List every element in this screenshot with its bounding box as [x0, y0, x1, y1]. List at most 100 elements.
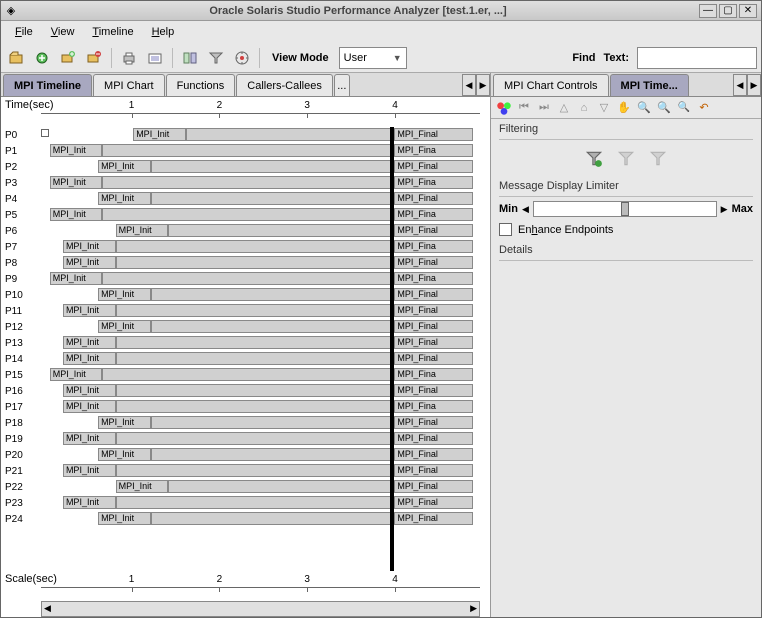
- mpi-init-bar[interactable]: MPI_Init: [50, 368, 103, 381]
- mpi-final-bar[interactable]: MPI_Final: [394, 448, 473, 461]
- slider-right-icon[interactable]: ▶: [721, 204, 728, 215]
- mpi-final-bar[interactable]: MPI_Fina: [394, 176, 473, 189]
- process-track[interactable]: MPI_InitMPI_Fina: [41, 239, 480, 255]
- tab-overflow[interactable]: ...: [334, 74, 350, 96]
- process-track[interactable]: MPI_Init MPI_Fina: [41, 207, 480, 223]
- viewmode-select[interactable]: User: [339, 47, 407, 69]
- mpi-body-bar[interactable]: [116, 400, 393, 413]
- configure-icon[interactable]: [179, 47, 201, 69]
- mpi-body-bar[interactable]: [151, 320, 392, 333]
- mpi-body-bar[interactable]: [116, 384, 393, 397]
- process-track[interactable]: MPI_Init MPI_Final: [41, 479, 480, 495]
- mpi-body-bar[interactable]: [102, 368, 392, 381]
- mpi-body-bar[interactable]: [151, 192, 392, 205]
- tab-mpi-chart-controls[interactable]: MPI Chart Controls: [493, 74, 609, 96]
- down-icon[interactable]: ▽: [595, 99, 613, 117]
- first-icon[interactable]: ⏮: [515, 99, 533, 117]
- settings-icon[interactable]: [231, 47, 253, 69]
- mpi-init-bar[interactable]: MPI_Init: [63, 336, 116, 349]
- mpi-init-bar[interactable]: MPI_Init: [98, 416, 151, 429]
- tab-scroll-right[interactable]: ▶: [476, 74, 490, 96]
- tab-functions[interactable]: Functions: [166, 74, 236, 96]
- mpi-init-bar[interactable]: MPI_Init: [98, 512, 151, 525]
- zoom-in-icon[interactable]: 🔍: [635, 99, 653, 117]
- mpi-body-bar[interactable]: [116, 336, 393, 349]
- mpi-init-bar[interactable]: MPI_Init: [50, 272, 103, 285]
- tab-mpi-timeline[interactable]: MPI Timeline: [3, 74, 92, 96]
- mpi-body-bar[interactable]: [151, 288, 392, 301]
- process-track[interactable]: MPI_Init MPI_Final: [41, 255, 480, 271]
- mpi-init-bar[interactable]: MPI_Init: [50, 208, 103, 221]
- mpi-body-bar[interactable]: [116, 464, 393, 477]
- process-track[interactable]: MPI_Init MPI_Fina: [41, 175, 480, 191]
- mpi-final-bar[interactable]: MPI_Final: [394, 160, 473, 173]
- mpi-init-bar[interactable]: MPI_Init: [63, 496, 116, 509]
- enhance-endpoints-checkbox[interactable]: [499, 223, 512, 236]
- mpi-init-bar[interactable]: MPI_Init: [63, 464, 116, 477]
- mpi-final-bar[interactable]: MPI_Fina: [394, 208, 473, 221]
- mpi-init-bar[interactable]: MPI_Init: [63, 304, 116, 317]
- mpi-final-bar[interactable]: MPI_Final: [394, 352, 473, 365]
- mpi-body-bar[interactable]: [168, 480, 392, 493]
- process-track[interactable]: MPI_Init MPI_Final: [41, 335, 480, 351]
- mpi-init-bar[interactable]: MPI_Init: [116, 224, 169, 237]
- open-experiment-icon[interactable]: [5, 47, 27, 69]
- home-icon[interactable]: ⌂: [575, 99, 593, 117]
- tab-mpi-timeline-controls[interactable]: MPI Time...: [610, 74, 689, 96]
- mpi-final-bar[interactable]: MPI_Final: [394, 304, 473, 317]
- mpi-init-bar[interactable]: MPI_Init: [98, 192, 151, 205]
- zoom-out-icon[interactable]: 🔍: [655, 99, 673, 117]
- mpi-final-bar[interactable]: MPI_Final: [394, 480, 473, 493]
- mpi-final-bar[interactable]: MPI_Final: [394, 128, 473, 141]
- mpi-final-bar[interactable]: MPI_Fina: [394, 400, 473, 413]
- tab-mpi-chart[interactable]: MPI Chart: [93, 74, 165, 96]
- zoom-reset-icon[interactable]: 🔍: [675, 99, 693, 117]
- menu-view[interactable]: View: [43, 23, 83, 41]
- menu-timeline[interactable]: Timeline: [84, 23, 141, 41]
- mpi-init-bar[interactable]: MPI_Init: [50, 144, 103, 157]
- mpi-body-bar[interactable]: [102, 208, 392, 221]
- drop-experiment-icon[interactable]: [83, 47, 105, 69]
- mpi-final-bar[interactable]: MPI_Final: [394, 288, 473, 301]
- process-track[interactable]: MPI_InitMPI_Final: [41, 463, 480, 479]
- mpi-init-bar[interactable]: MPI_Init: [63, 240, 116, 253]
- mpi-init-bar[interactable]: MPI_Init: [133, 128, 186, 141]
- mpi-final-bar[interactable]: MPI_Final: [394, 496, 473, 509]
- minimize-button[interactable]: —: [699, 4, 717, 18]
- mpi-final-bar[interactable]: MPI_Final: [394, 336, 473, 349]
- mpi-final-bar[interactable]: MPI_Fina: [394, 144, 473, 157]
- filter-clear-icon[interactable]: [649, 150, 667, 168]
- mpi-init-bar[interactable]: MPI_Init: [63, 352, 116, 365]
- filter-remove-icon[interactable]: [617, 150, 635, 168]
- add-experiment-icon[interactable]: [57, 47, 79, 69]
- process-track[interactable]: MPI_InitMPI_Fina: [41, 399, 480, 415]
- mpi-final-bar[interactable]: MPI_Final: [394, 384, 473, 397]
- process-track[interactable]: MPI_InitMPI_Final: [41, 159, 480, 175]
- mpi-final-bar[interactable]: MPI_Fina: [394, 368, 473, 381]
- mpi-init-bar[interactable]: MPI_Init: [50, 176, 103, 189]
- mpi-final-bar[interactable]: MPI_Final: [394, 256, 473, 269]
- mpi-body-bar[interactable]: [151, 160, 392, 173]
- msg-limiter-slider[interactable]: [533, 201, 717, 217]
- tab-callers-callees[interactable]: Callers-Callees: [236, 74, 333, 96]
- right-tab-scroll-right[interactable]: ▶: [747, 74, 761, 96]
- filter-add-icon[interactable]: [585, 150, 603, 168]
- mpi-body-bar[interactable]: [102, 272, 392, 285]
- next-icon[interactable]: ⏭: [535, 99, 553, 117]
- mpi-body-bar[interactable]: [116, 256, 393, 269]
- mpi-final-bar[interactable]: MPI_Final: [394, 432, 473, 445]
- process-track[interactable]: MPI_InitMPI_Final: [41, 511, 480, 527]
- undo-icon[interactable]: ↶: [695, 99, 713, 117]
- mpi-init-bar[interactable]: MPI_Init: [63, 256, 116, 269]
- process-track[interactable]: MPI_InitMPI_Final: [41, 431, 480, 447]
- slider-left-icon[interactable]: ◀: [522, 204, 529, 215]
- find-input[interactable]: [637, 47, 757, 69]
- mpi-init-bar[interactable]: MPI_Init: [98, 288, 151, 301]
- mpi-body-bar[interactable]: [116, 240, 393, 253]
- mpi-body-bar[interactable]: [116, 304, 393, 317]
- mpi-body-bar[interactable]: [151, 448, 392, 461]
- process-track[interactable]: MPI_Init MPI_Final: [41, 127, 480, 143]
- process-track[interactable]: MPI_InitMPI_Final: [41, 415, 480, 431]
- mpi-init-bar[interactable]: MPI_Init: [116, 480, 169, 493]
- process-track[interactable]: MPI_InitMPI_Final: [41, 383, 480, 399]
